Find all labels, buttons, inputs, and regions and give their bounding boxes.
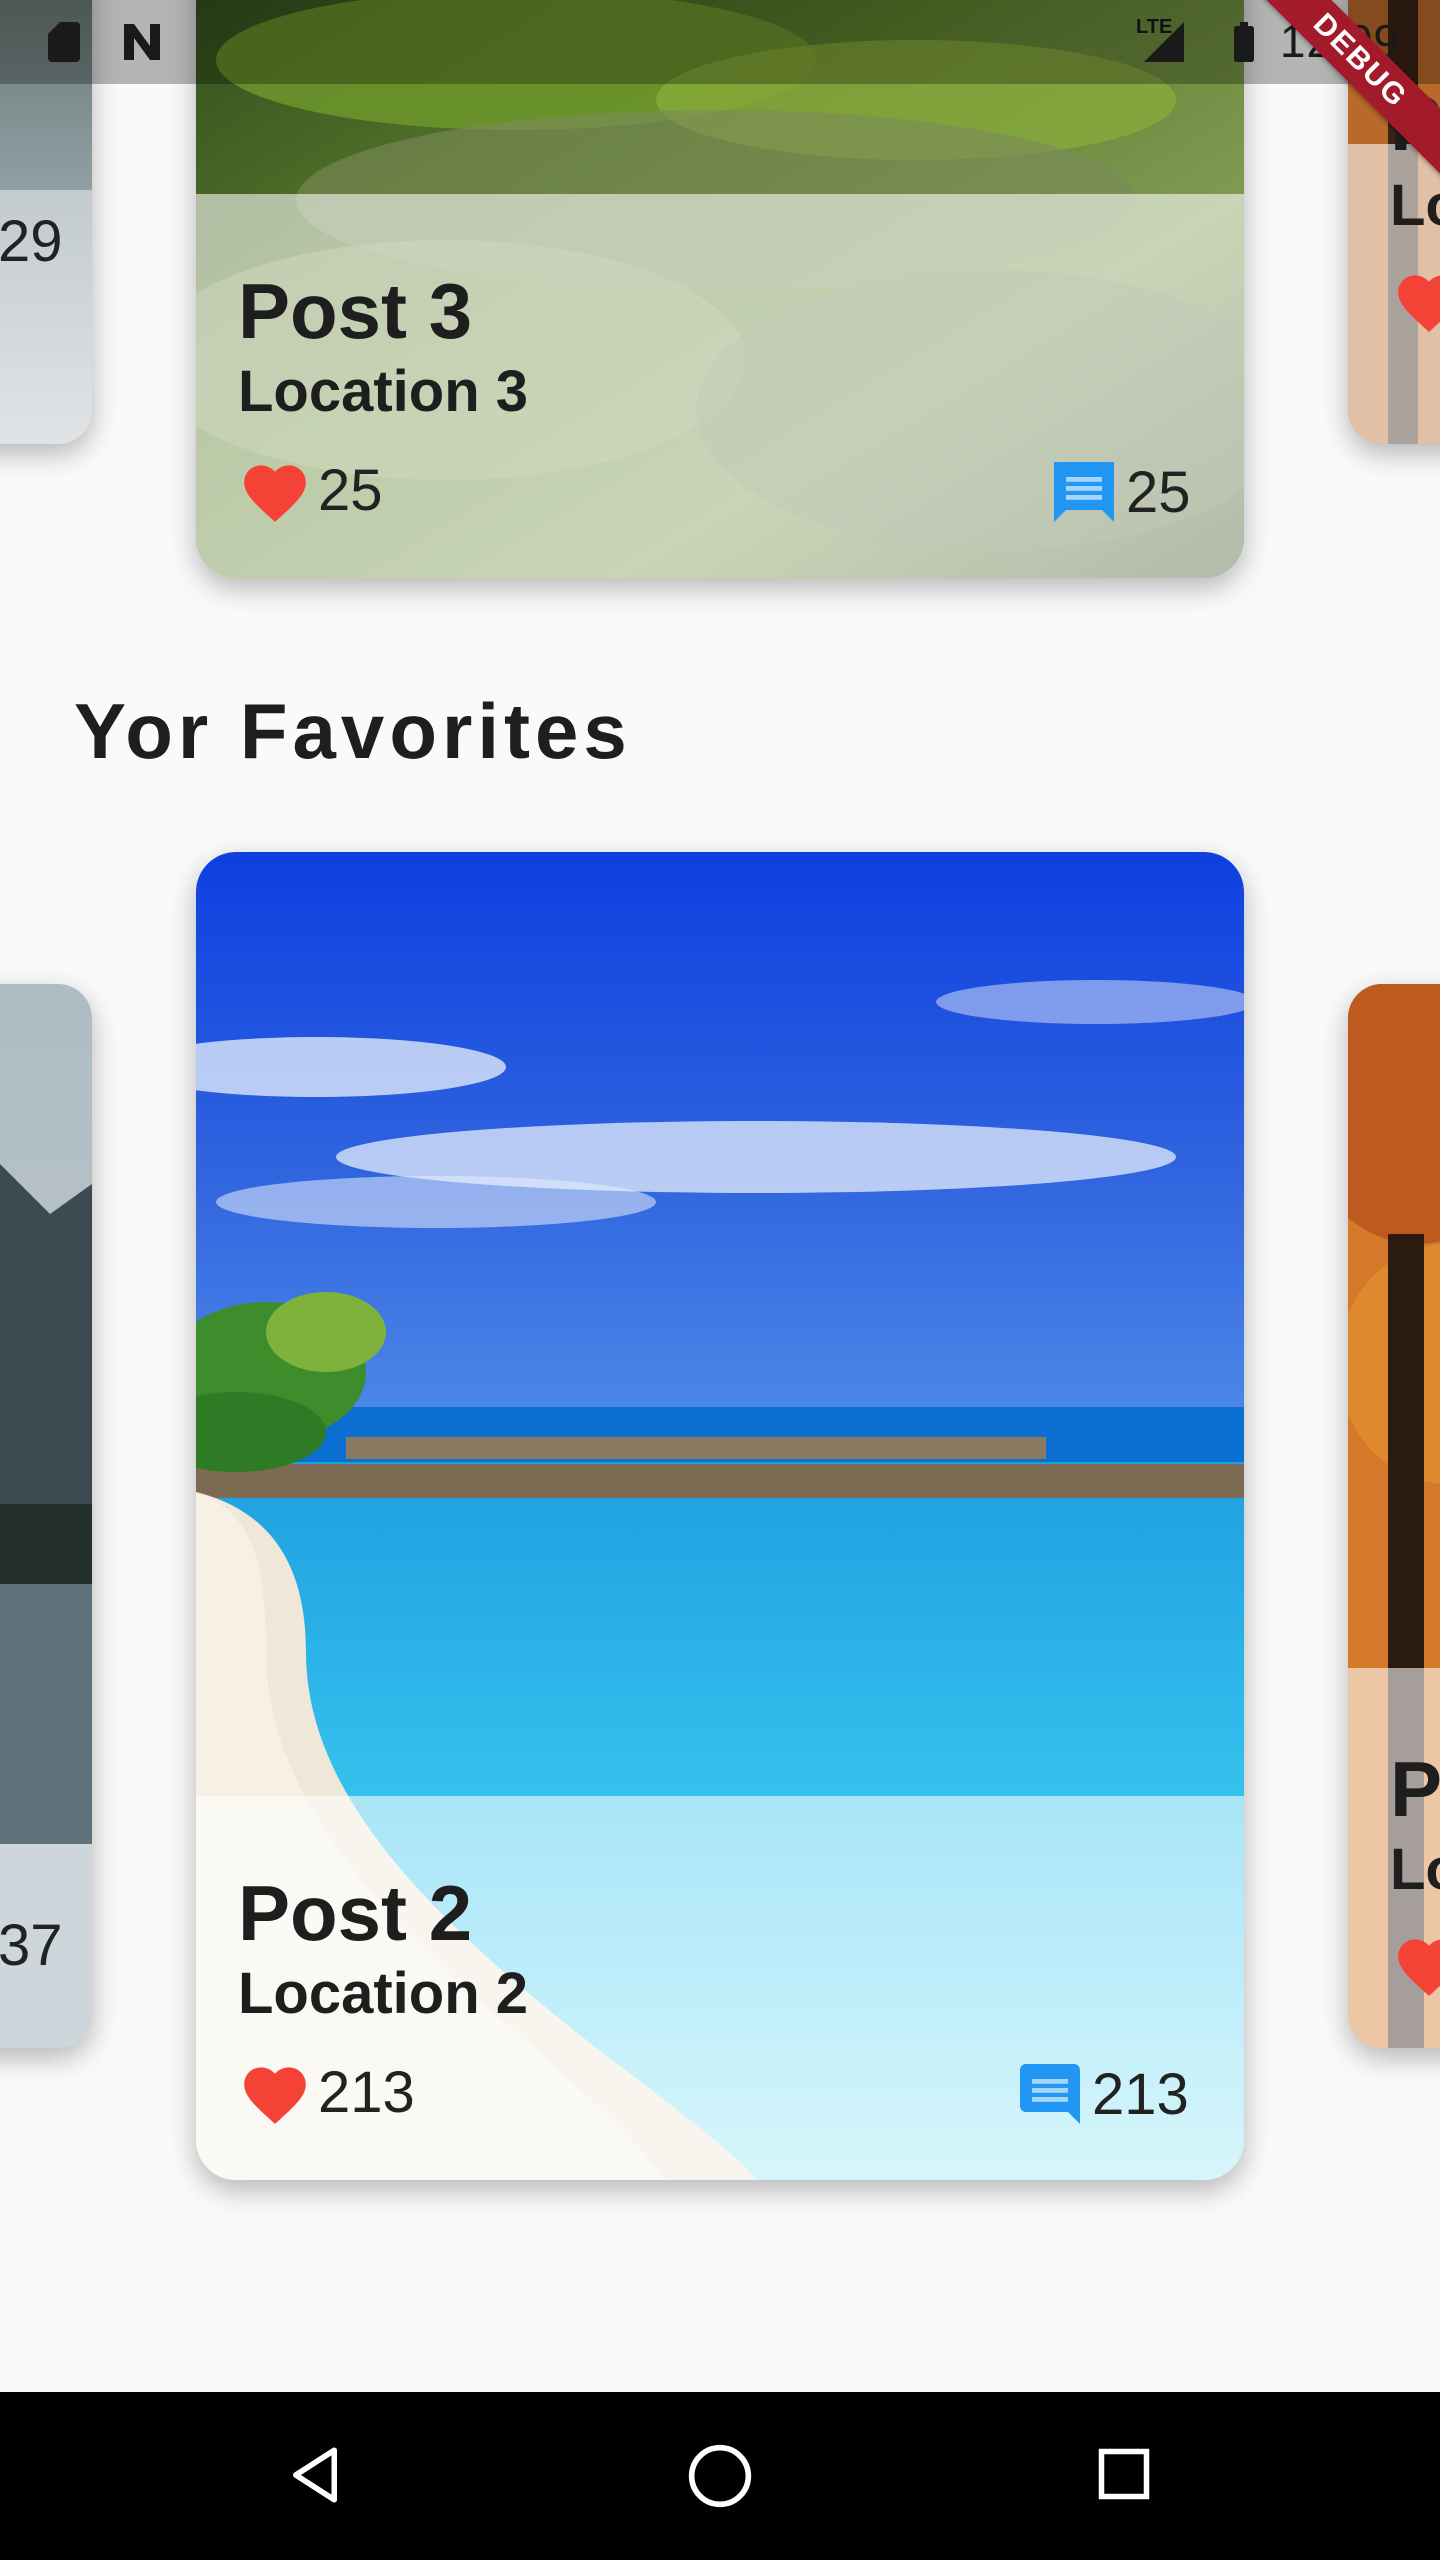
comment-icon xyxy=(1054,462,1114,522)
post-card-2-comments[interactable]: 213 xyxy=(1014,2058,1189,2130)
post-card-3[interactable]: Post 3 Location 3 25 25 xyxy=(196,0,1244,578)
recents-icon[interactable] xyxy=(1094,2444,1154,2504)
post-card-3-comments-count: 25 xyxy=(1126,459,1191,525)
n-logo-icon xyxy=(124,24,160,60)
mountain-lake-image xyxy=(0,984,92,2048)
heart-icon xyxy=(1398,1939,1440,1996)
post-card-2[interactable]: Post 2 Location 2 213 213 xyxy=(196,852,1244,2180)
top-right-peek-location: Lo xyxy=(1390,173,1440,238)
post-card-2-location: Location 2 xyxy=(238,1961,529,2026)
sd-card-icon xyxy=(48,22,80,62)
post-card-2-likes-count: 213 xyxy=(318,2059,415,2125)
signal-icon xyxy=(1144,22,1184,62)
post-card-3-title: Post 3 xyxy=(238,267,473,355)
status-bar: LTE 12:09 xyxy=(0,0,1440,84)
home-icon[interactable] xyxy=(686,2442,754,2510)
battery-icon xyxy=(1234,22,1254,62)
post-card-3-likes-count: 25 xyxy=(318,457,383,523)
post-card-3-location: Location 3 xyxy=(238,359,529,424)
post-card-2-title: Post 2 xyxy=(238,1869,473,1957)
navigation-bar xyxy=(0,2392,1440,2560)
post-card-3-likes[interactable]: 25 xyxy=(238,456,383,524)
fav-right-peek-card[interactable]: P Lo xyxy=(1348,984,1440,2048)
heart-icon xyxy=(244,2067,306,2124)
heart-icon xyxy=(244,465,306,522)
fav-left-peek-card[interactable]: 37 xyxy=(0,984,92,2048)
comment-icon xyxy=(1020,2064,1080,2124)
heart-icon xyxy=(1398,275,1440,332)
favorites-section-title: Yor Favorites xyxy=(74,687,632,775)
fav-right-peek-title: P xyxy=(1390,1745,1440,1833)
fav-left-peek-count: 37 xyxy=(0,1913,63,1978)
post-card-2-comments-count: 213 xyxy=(1092,2061,1189,2127)
top-left-peek-count: 29 xyxy=(0,209,63,274)
post-card-2-likes[interactable]: 213 xyxy=(238,2058,415,2126)
post-card-3-comments[interactable]: 25 xyxy=(1048,456,1191,528)
back-icon[interactable] xyxy=(282,2442,348,2508)
fav-right-peek-location: Lo xyxy=(1390,1837,1440,1902)
